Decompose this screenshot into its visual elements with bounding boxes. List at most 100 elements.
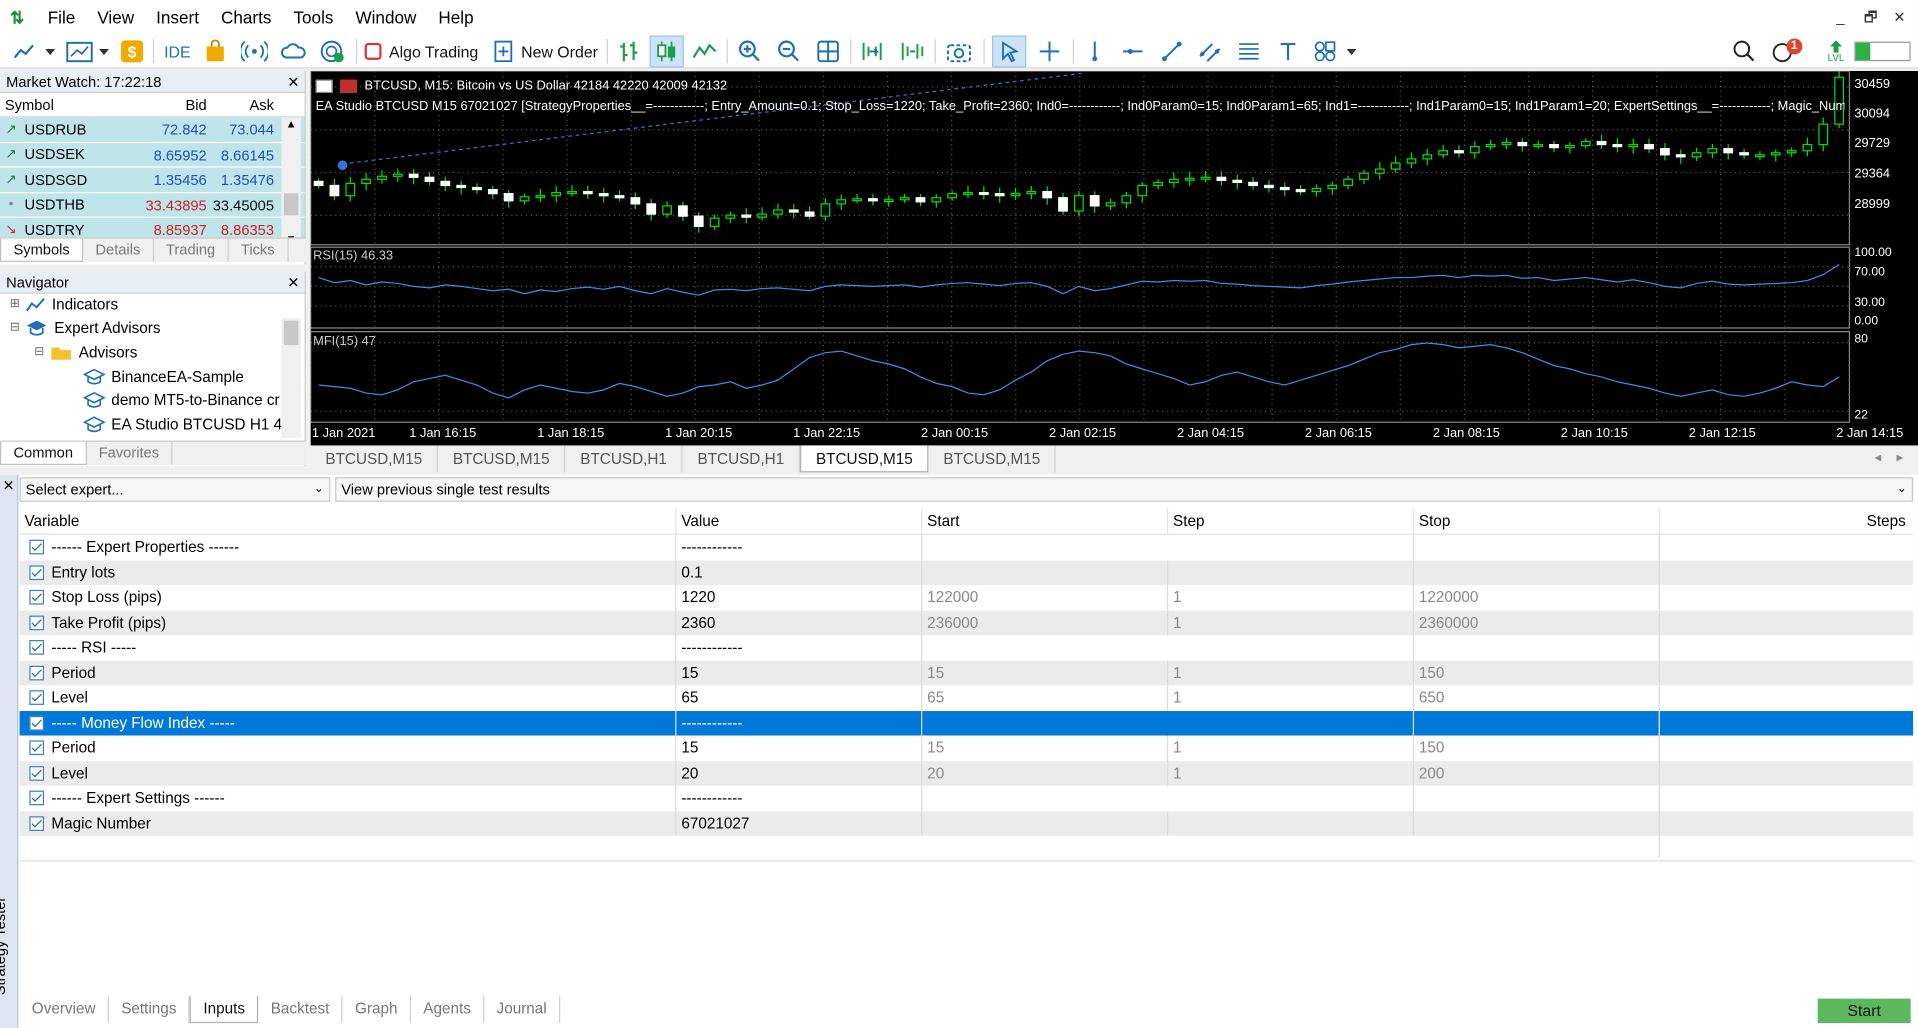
text-button[interactable] <box>1273 35 1302 67</box>
market-watch-row[interactable]: ↗ USDRUB 72.842 73.044 <box>0 117 305 143</box>
crosshair-button[interactable] <box>1034 35 1066 67</box>
ide-button[interactable]: IDE <box>164 42 191 60</box>
autoscroll-button[interactable] <box>857 35 886 67</box>
stop-cell[interactable] <box>1414 635 1660 661</box>
input-row[interactable]: Entry lots 0.1 <box>19 559 1914 585</box>
start-button[interactable]: Start <box>1817 998 1911 1024</box>
tab-settings[interactable]: Settings <box>109 996 190 1024</box>
step-cell[interactable] <box>1168 785 1415 811</box>
tab-common[interactable]: Common <box>0 441 87 466</box>
chart-tab-3[interactable]: BTCUSD,H1 <box>566 445 683 473</box>
stop-cell[interactable]: 1220000 <box>1414 584 1660 611</box>
nav-item-ea-3[interactable]: EA Studio BTCUSD H1 41 <box>83 412 291 436</box>
input-row[interactable]: ----- RSI ----- ------------ <box>20 635 1914 661</box>
step-cell[interactable] <box>1168 534 1415 560</box>
tabs-left-arrow-icon[interactable]: ◂ <box>1875 449 1882 465</box>
results-select[interactable]: View previous single test results ⌄ <box>335 477 1914 502</box>
chart-tab-4[interactable]: BTCUSD,H1 <box>683 445 801 473</box>
chart-tab-1[interactable]: BTCUSD,M15 <box>311 445 439 473</box>
checkbox[interactable] <box>29 740 45 756</box>
col-start[interactable]: Start <box>922 507 1169 534</box>
input-row[interactable]: Level 20 20 1 200 <box>19 760 1914 786</box>
checkbox[interactable] <box>29 640 45 655</box>
checkbox[interactable] <box>29 715 45 730</box>
input-row[interactable]: Level 65 65 1 650 <box>20 685 1914 711</box>
stop-cell[interactable] <box>1414 810 1660 836</box>
stop-cell[interactable]: 200 <box>1414 760 1660 786</box>
stop-cell[interactable]: 2360000 <box>1414 610 1660 636</box>
menu-view[interactable]: View <box>86 0 145 34</box>
tile-windows-button[interactable] <box>813 35 842 67</box>
trading-button[interactable]: $ <box>119 35 146 67</box>
market-watch-row[interactable]: ↗ USDSGD 1.35456 1.35476 <box>0 167 305 193</box>
input-row[interactable]: ----- Money Flow Index ----- -----------… <box>19 710 1914 736</box>
stop-cell[interactable]: 150 <box>1414 735 1660 761</box>
start-cell[interactable] <box>922 535 1168 560</box>
input-row[interactable]: Magic Number 67021027 <box>19 810 1914 836</box>
tab-inputs[interactable]: Inputs <box>189 996 259 1024</box>
value-cell[interactable]: 15 <box>676 735 923 761</box>
vertical-line-button[interactable] <box>1080 35 1109 67</box>
step-cell[interactable]: 1 <box>1168 584 1415 611</box>
stop-cell[interactable] <box>1414 785 1660 811</box>
navigator-close-icon[interactable]: ✕ <box>287 272 299 294</box>
col-symbol[interactable]: Symbol <box>0 93 141 116</box>
nav-item-expert-advisors[interactable]: ⊟ Expert Advisors <box>10 316 161 340</box>
signals-button[interactable] <box>240 35 269 67</box>
value-cell[interactable]: 67021027 <box>676 810 923 836</box>
checkbox[interactable] <box>29 665 45 680</box>
input-row[interactable]: ------ Expert Properties ------ --------… <box>20 534 1914 560</box>
community-button[interactable] <box>318 35 347 67</box>
menu-insert[interactable]: Insert <box>145 0 210 34</box>
input-row[interactable]: Take Profit (pips) 2360 236000 1 2360000 <box>19 610 1914 636</box>
market-button[interactable] <box>201 35 230 67</box>
menu-charts[interactable]: Charts <box>210 0 282 34</box>
chart-shift-button[interactable] <box>897 35 926 67</box>
fibonacci-button[interactable] <box>1234 35 1263 67</box>
input-row[interactable]: Period 15 15 1 150 <box>20 735 1914 761</box>
tab-graph[interactable]: Graph <box>343 996 412 1024</box>
tab-overview[interactable]: Overview <box>20 996 109 1024</box>
start-cell[interactable]: 20 <box>922 760 1169 786</box>
shapes-button[interactable] <box>1311 35 1360 67</box>
stop-cell[interactable]: 650 <box>1414 685 1660 711</box>
vps-button[interactable] <box>279 35 308 67</box>
nav-item-indicators[interactable]: ⊞ Indicators <box>10 292 118 316</box>
step-cell[interactable] <box>1168 810 1415 836</box>
tab-ticks[interactable]: Ticks <box>229 238 289 262</box>
menu-window[interactable]: Window <box>344 0 427 34</box>
value-cell[interactable]: ------------ <box>676 534 923 560</box>
step-cell[interactable]: 1 <box>1168 685 1415 711</box>
start-cell[interactable]: 122000 <box>922 584 1169 611</box>
input-row[interactable]: Stop Loss (pips) 1220 122000 1 1220000 <box>20 584 1914 611</box>
tab-backtest[interactable]: Backtest <box>258 996 343 1024</box>
step-cell[interactable] <box>1168 710 1415 736</box>
start-cell[interactable] <box>922 810 1169 836</box>
new-order-button[interactable]: New Order <box>494 35 599 67</box>
col-stop[interactable]: Stop <box>1414 507 1660 534</box>
trendline-button[interactable] <box>1157 35 1186 67</box>
menu-help[interactable]: Help <box>427 0 484 34</box>
step-cell[interactable]: 1 <box>1168 660 1415 686</box>
screenshot-button[interactable] <box>943 35 975 67</box>
checkbox[interactable] <box>29 539 45 555</box>
menu-file[interactable]: File <box>37 0 87 34</box>
zoom-in-button[interactable] <box>735 35 764 67</box>
chart-template-button[interactable] <box>64 35 113 67</box>
value-cell[interactable]: 1220 <box>676 584 923 611</box>
horizontal-line-button[interactable] <box>1118 35 1147 67</box>
nav-item-ea-1[interactable]: BinanceEA-Sample <box>83 365 244 389</box>
start-cell[interactable] <box>922 710 1168 735</box>
value-cell[interactable]: 65 <box>676 685 923 711</box>
price-chart[interactable]: 30459 30094 29729 29364 28999 100.00 70.00 30.0… <box>310 70 1918 446</box>
zoom-out-button[interactable] <box>774 35 803 67</box>
step-cell[interactable] <box>1168 635 1415 661</box>
start-cell[interactable]: 15 <box>922 735 1169 761</box>
line-button[interactable] <box>690 35 719 67</box>
channel-button[interactable] <box>1195 35 1224 67</box>
col-bid[interactable]: Bid <box>141 93 209 116</box>
start-cell[interactable]: 236000 <box>922 610 1169 636</box>
tab-details[interactable]: Details <box>83 238 154 262</box>
tab-agents[interactable]: Agents <box>411 996 485 1024</box>
bar-chart-button[interactable] <box>614 35 643 67</box>
